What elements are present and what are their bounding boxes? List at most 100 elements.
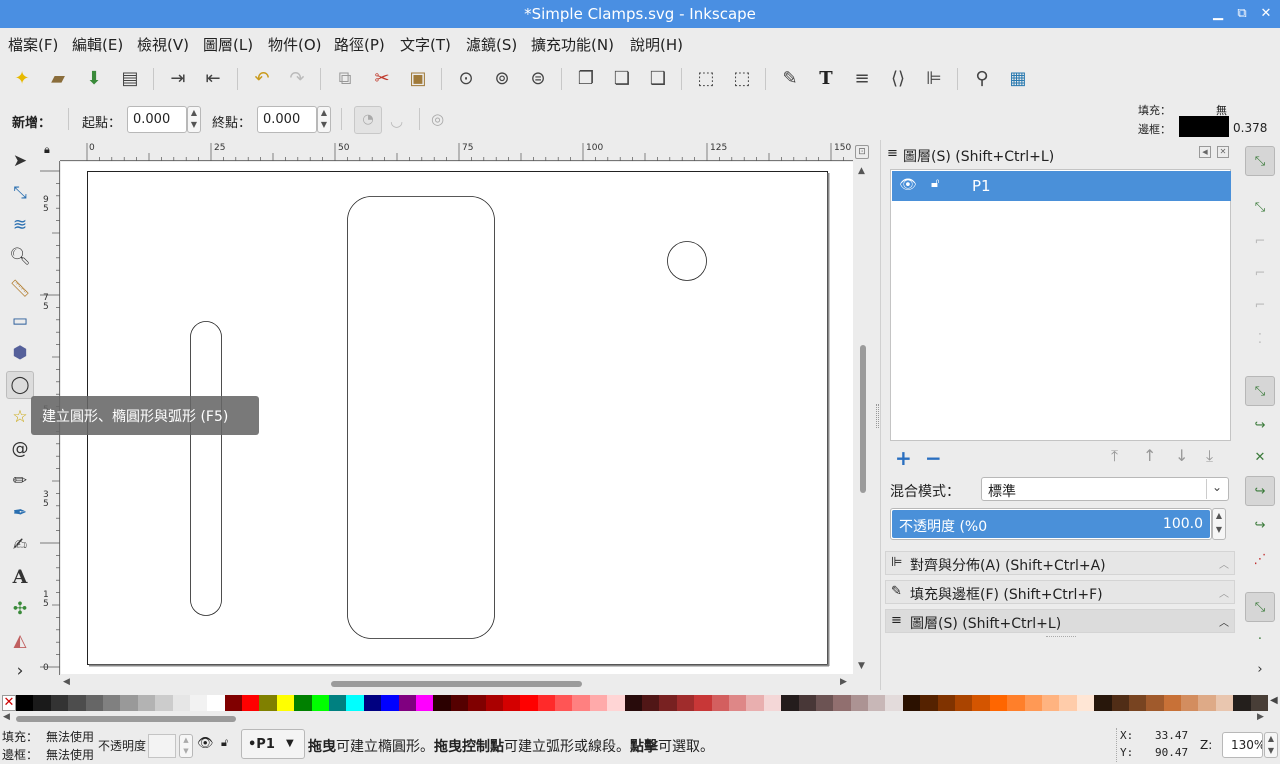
color-swatch[interactable] <box>589 695 608 711</box>
remove-layer-icon[interactable]: − <box>925 446 942 470</box>
color-swatch[interactable] <box>955 695 973 711</box>
scroll-left-icon[interactable]: ◀ <box>63 677 70 687</box>
paste-icon[interactable]: ▣ <box>406 66 430 90</box>
zoom-corner-icon[interactable]: ⊡ <box>855 145 869 159</box>
raise-to-top-icon[interactable]: ⤒ <box>1111 446 1118 466</box>
end-angle-input[interactable]: 0.000 <box>257 106 317 133</box>
color-swatch[interactable] <box>242 695 260 711</box>
color-swatch[interactable] <box>1198 695 1217 711</box>
panel-close-icon[interactable]: ✕ <box>1217 146 1229 158</box>
color-swatch[interactable] <box>68 695 87 711</box>
layer-lock-icon[interactable]: 🔓︎ <box>221 736 228 750</box>
color-swatch[interactable] <box>381 695 400 711</box>
spray-tool-icon[interactable]: ✣ <box>6 595 34 623</box>
color-swatch[interactable] <box>329 695 347 711</box>
slice-icon[interactable]: ◔ <box>354 106 382 134</box>
save-icon[interactable]: ⬇ <box>82 66 106 90</box>
snap-path-icon[interactable]: ↪ <box>1245 410 1275 440</box>
palette-scrollbar[interactable]: ◀ ▶ <box>0 712 1270 726</box>
snap-bbox-corner-icon[interactable]: ⌐ <box>1245 258 1275 288</box>
color-swatch[interactable] <box>1146 695 1165 711</box>
color-swatch[interactable] <box>363 695 382 711</box>
menu-file[interactable]: 檔案(F) <box>8 34 58 55</box>
3d-box-tool-icon[interactable]: ⬢ <box>6 339 34 367</box>
align-distribute-icon[interactable]: ⊫ <box>922 66 946 90</box>
selector-tool-icon[interactable]: ➤ <box>6 147 34 175</box>
color-swatch[interactable] <box>346 695 365 711</box>
zoom-stepper[interactable]: ▲ ▼ <box>1264 732 1278 758</box>
document-properties-icon[interactable]: ⚲ <box>970 66 994 90</box>
color-swatch[interactable] <box>989 695 1008 711</box>
copy-icon[interactable]: ⧉ <box>333 66 357 90</box>
ungroup-icon[interactable]: ⬚ <box>730 66 754 90</box>
color-swatch[interactable] <box>572 695 591 711</box>
clone-icon[interactable]: ❏ <box>610 66 634 90</box>
color-swatch[interactable] <box>537 695 556 711</box>
eraser-tool-icon[interactable]: ◭ <box>6 627 34 655</box>
horizontal-scrollbar[interactable]: ◀ ▶ <box>60 676 853 692</box>
blend-mode-select[interactable]: 標準 ⌄ <box>981 477 1229 501</box>
status-opacity-input[interactable] <box>148 734 176 758</box>
color-swatch[interactable] <box>102 695 121 711</box>
color-swatch[interactable] <box>85 695 104 711</box>
color-swatch[interactable] <box>1250 695 1269 711</box>
menu-layer[interactable]: 圖層(L) <box>203 34 253 55</box>
unlocked-icon[interactable]: 🔓︎ <box>931 176 939 191</box>
snap-others-icon[interactable]: ⤡ <box>1245 592 1275 622</box>
color-swatch[interactable] <box>520 695 539 711</box>
color-swatch[interactable] <box>937 695 956 711</box>
maximize-icon[interactable]: ⧉ <box>1232 4 1252 24</box>
fill-stroke-panel-tab[interactable]: ✎ 填充與邊框(F) (Shift+Ctrl+F) ︿ <box>885 580 1235 604</box>
duplicate-icon[interactable]: ❐ <box>574 66 598 90</box>
horizontal-ruler[interactable]: 0 25 50 75 100 125 150 <box>60 143 853 161</box>
color-swatch[interactable] <box>502 695 521 711</box>
color-swatch[interactable] <box>746 695 765 711</box>
layers-icon[interactable]: ≡ <box>850 66 874 90</box>
lock-guides-icon[interactable]: 🔒︎ <box>44 143 50 157</box>
unlink-clone-icon[interactable]: ❑ <box>646 66 670 90</box>
color-swatch[interactable] <box>16 695 34 711</box>
menu-view[interactable]: 檢視(V) <box>137 34 189 55</box>
scroll-down-icon[interactable]: ▼ <box>858 661 865 671</box>
menu-extensions[interactable]: 擴充功能(N) <box>531 34 614 55</box>
color-swatch[interactable] <box>485 695 504 711</box>
minimize-icon[interactable]: ▁ <box>1208 4 1228 24</box>
color-swatch[interactable] <box>207 695 226 711</box>
fill-stroke-icon[interactable]: ✎ <box>778 66 802 90</box>
color-swatch[interactable] <box>920 695 939 711</box>
color-swatch[interactable] <box>642 695 660 711</box>
color-swatch[interactable] <box>972 695 991 711</box>
color-swatch[interactable] <box>415 695 434 711</box>
color-swatch[interactable] <box>694 695 713 711</box>
raise-layer-icon[interactable]: ↑ <box>1143 446 1156 465</box>
color-swatch[interactable] <box>1233 695 1252 711</box>
color-swatch[interactable] <box>468 695 486 711</box>
color-swatch[interactable] <box>1163 695 1182 711</box>
zoom-page-icon[interactable]: ⊜ <box>526 66 550 90</box>
vertical-scroll-thumb[interactable] <box>860 345 866 493</box>
vertical-scrollbar[interactable]: ▲ ▼ <box>855 162 871 675</box>
color-swatch[interactable] <box>120 695 139 711</box>
spiral-tool-icon[interactable]: @ <box>6 435 34 463</box>
menu-text[interactable]: 文字(T) <box>400 34 451 55</box>
align-distribute-panel-tab[interactable]: ⊫ 對齊與分佈(A) (Shift+Ctrl+A) ︿ <box>885 551 1235 575</box>
text-font-icon[interactable]: T <box>814 66 838 90</box>
color-swatch[interactable] <box>137 695 156 711</box>
zoom-drawing-icon[interactable]: ⊚ <box>490 66 514 90</box>
color-swatch[interactable] <box>398 695 417 711</box>
palette-menu-icon[interactable]: ◀ <box>1270 695 1278 706</box>
scroll-up-icon[interactable]: ▲ <box>858 166 865 176</box>
snap-smooth-nodes-icon[interactable]: ↪ <box>1245 510 1275 540</box>
zoom-tool-icon[interactable]: 🔍︎ <box>6 243 34 271</box>
preferences-icon[interactable]: ▦ <box>1006 66 1030 90</box>
color-swatch[interactable] <box>311 695 330 711</box>
color-swatch[interactable] <box>259 695 278 711</box>
color-swatch[interactable] <box>172 695 191 711</box>
snap-center-icon[interactable]: · <box>1245 624 1275 654</box>
expand-chevron-icon[interactable]: ︿ <box>1219 585 1229 600</box>
node-tool-icon[interactable]: ⤡ <box>6 179 34 207</box>
add-layer-icon[interactable]: + <box>895 446 912 470</box>
color-swatch[interactable] <box>815 695 834 711</box>
color-swatch[interactable] <box>885 695 904 711</box>
panel-grip[interactable] <box>1046 636 1076 638</box>
